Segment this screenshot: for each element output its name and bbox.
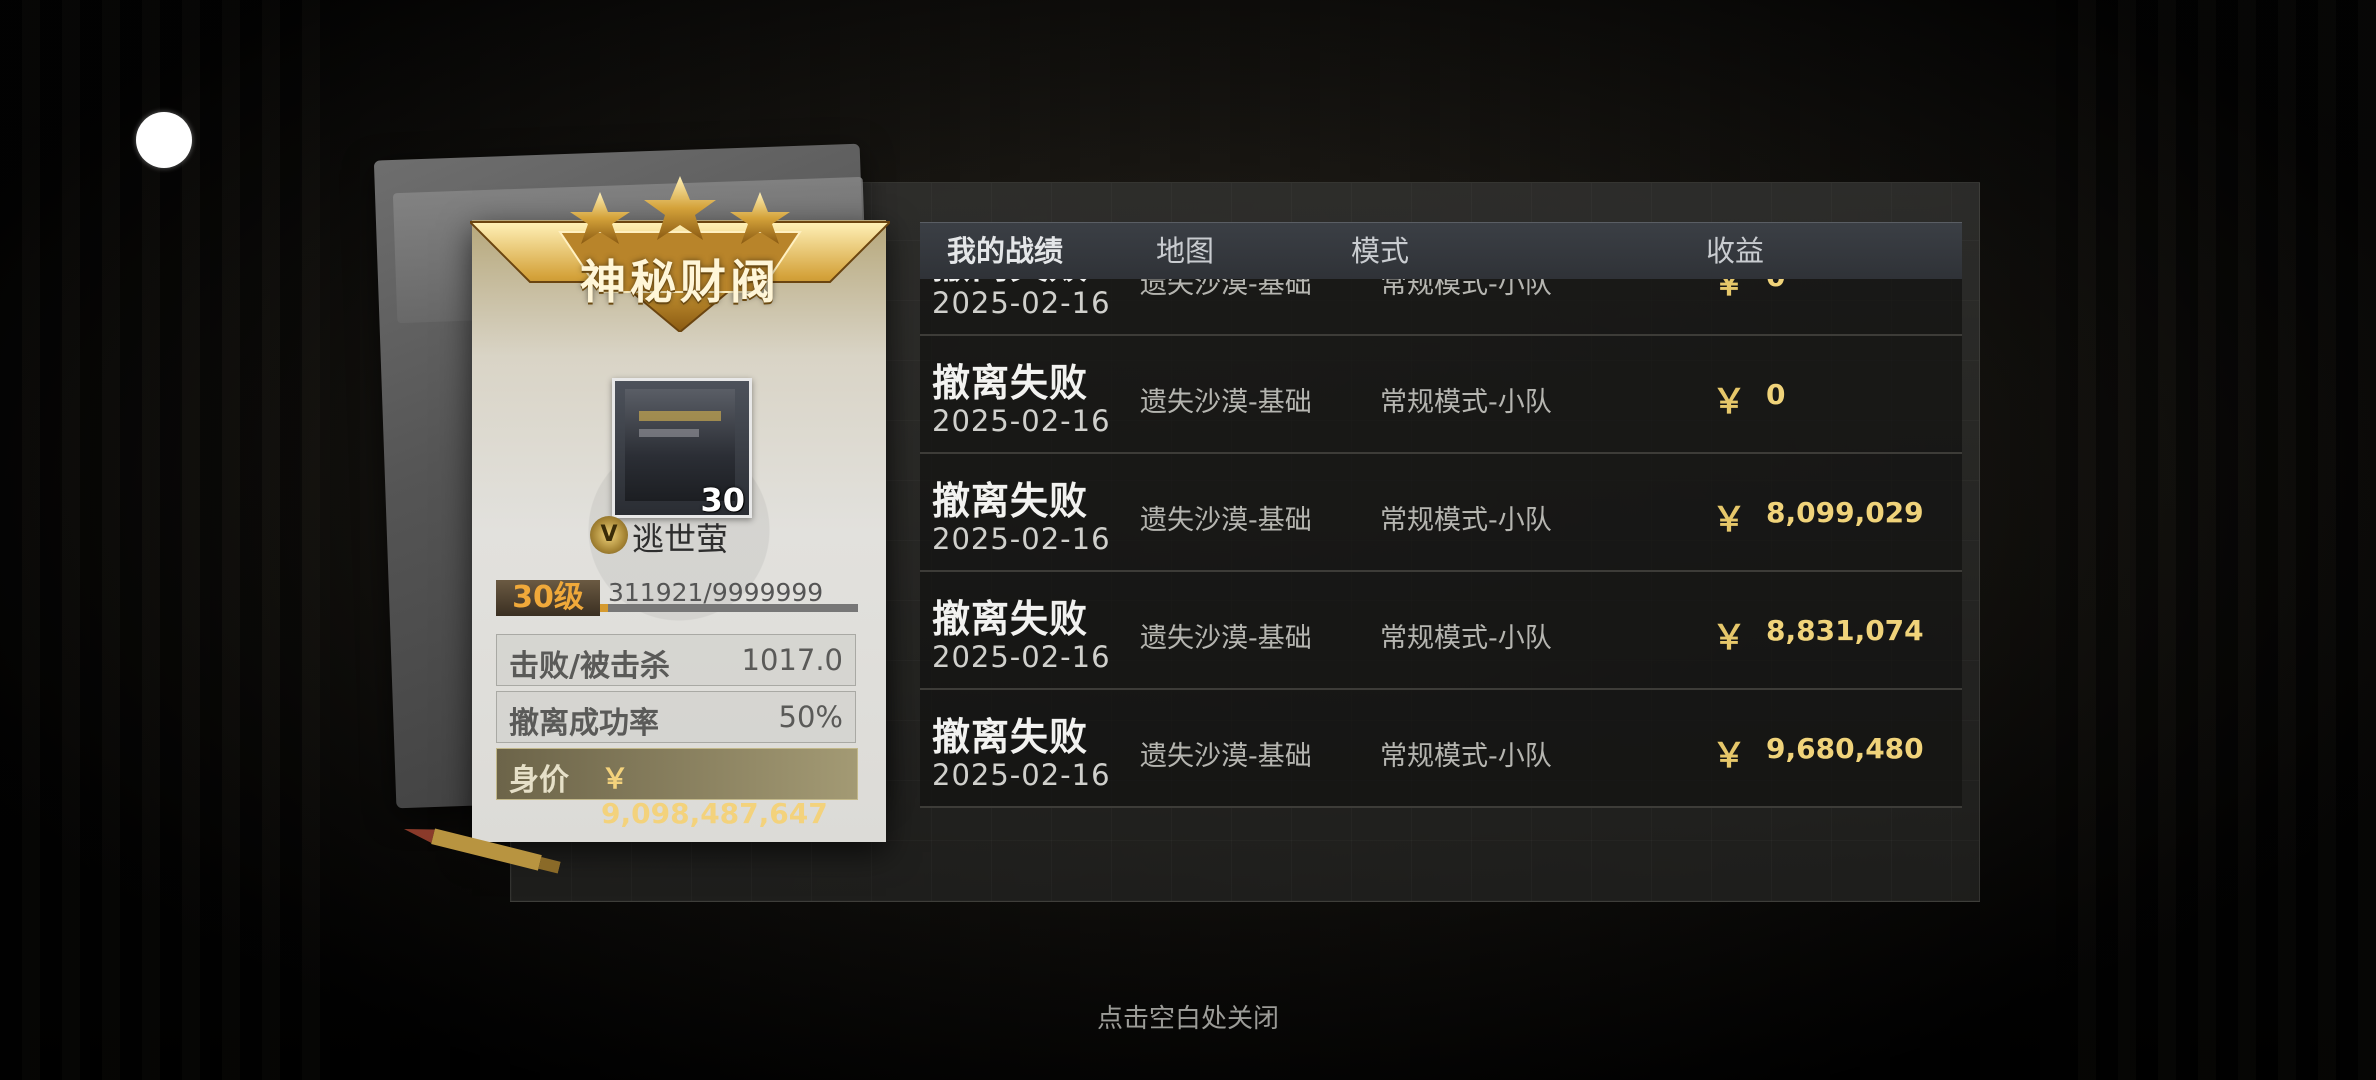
worth-value: ￥ 9,098,487,647 bbox=[601, 762, 828, 830]
header-my-records: 我的战绩 bbox=[946, 234, 1063, 268]
stat-label: 撤离成功率 bbox=[509, 706, 659, 741]
row-date: 2025-02-16 bbox=[932, 758, 1111, 792]
row-result: 撤离失败 bbox=[932, 715, 1089, 759]
table-header: 我的战绩 地图 模式 收益 bbox=[920, 222, 1962, 279]
row-earnings: 8,099,029 bbox=[1766, 496, 1924, 529]
row-earnings: 0 bbox=[1766, 378, 1786, 411]
player-name-row: V 逃世萤 bbox=[590, 514, 770, 558]
stat-value: 1017.0 bbox=[741, 643, 843, 677]
row-map: 遗失沙漠-基础 bbox=[1140, 505, 1312, 536]
table-row[interactable]: 撤离失败 2025-02-16 遗失沙漠-基础 常规模式-小队 ￥ 8,831,… bbox=[920, 572, 1962, 690]
table-scroll-area[interactable]: 撤离失败 2025-02-16 遗失沙漠-基础 常规模式-小队 ￥ 0 撤离失败… bbox=[920, 278, 1962, 844]
worth-label: 身价 bbox=[509, 763, 569, 798]
level-row: 30级 311921/9999999 bbox=[496, 578, 858, 618]
row-map: 遗失沙漠-基础 bbox=[1140, 278, 1312, 300]
row-date: 2025-02-16 bbox=[932, 640, 1111, 674]
header-earnings: 收益 bbox=[1705, 234, 1764, 268]
table-row[interactable]: 撤离失败 2025-02-16 遗失沙漠-基础 常规模式-小队 ￥ 9,680,… bbox=[920, 690, 1962, 808]
xp-progress-fill bbox=[600, 604, 609, 612]
yen-icon: ￥ bbox=[1712, 736, 1746, 776]
stat-kd: 击败/被击杀 1017.0 bbox=[496, 634, 856, 686]
row-result: 撤离失败 bbox=[932, 361, 1089, 405]
records-table: 我的战绩 地图 模式 收益 撤离失败 2025-02-16 遗失沙漠-基础 常规… bbox=[920, 222, 1962, 842]
row-mode: 常规模式-小队 bbox=[1380, 278, 1552, 300]
row-mode: 常规模式-小队 bbox=[1380, 623, 1552, 654]
stat-label: 击败/被击杀 bbox=[509, 649, 670, 684]
avatar-stripe bbox=[639, 411, 721, 421]
row-date: 2025-02-16 bbox=[932, 286, 1111, 320]
row-map: 遗失沙漠-基础 bbox=[1140, 387, 1312, 418]
table-row[interactable]: 撤离失败 2025-02-16 遗失沙漠-基础 常规模式-小队 ￥ 8,099,… bbox=[920, 454, 1962, 572]
xp-text: 311921/9999999 bbox=[608, 578, 824, 607]
close-dot-icon[interactable] bbox=[136, 112, 192, 168]
yen-icon: ￥ bbox=[1712, 500, 1746, 540]
row-mode: 常规模式-小队 bbox=[1380, 387, 1552, 418]
row-map: 遗失沙漠-基础 bbox=[1140, 623, 1312, 654]
curtain-right bbox=[2056, 0, 2376, 1080]
level-badge: 30级 bbox=[496, 580, 600, 616]
stat-extract-rate: 撤离成功率 50% bbox=[496, 691, 856, 743]
row-result: 撤离失败 bbox=[932, 479, 1089, 523]
rank-shield-icon: V bbox=[590, 516, 628, 554]
close-hint[interactable]: 点击空白处关闭 bbox=[988, 998, 1388, 1035]
yen-icon: ￥ bbox=[1712, 278, 1746, 304]
row-map: 遗失沙漠-基础 bbox=[1140, 741, 1312, 772]
row-result: 撤离失败 bbox=[932, 597, 1089, 641]
yen-icon: ￥ bbox=[1712, 618, 1746, 658]
header-mode: 模式 bbox=[1350, 234, 1409, 268]
header-map: 地图 bbox=[1155, 234, 1214, 268]
net-worth: 身价 ￥ 9,098,487,647 bbox=[496, 748, 858, 830]
table-row[interactable]: 撤离失败 2025-02-16 遗失沙漠-基础 常规模式-小队 ￥ 0 bbox=[920, 336, 1962, 454]
row-earnings: 8,831,074 bbox=[1766, 614, 1924, 647]
avatar-stripe bbox=[639, 429, 699, 437]
row-date: 2025-02-16 bbox=[932, 404, 1111, 438]
avatar[interactable]: 30 bbox=[612, 378, 752, 519]
row-earnings: 9,680,480 bbox=[1766, 732, 1924, 765]
row-date: 2025-02-16 bbox=[932, 522, 1111, 556]
table-row[interactable]: 撤离失败 2025-02-16 遗失沙漠-基础 常规模式-小队 ￥ 0 bbox=[920, 278, 1962, 336]
player-name: 逃世萤 bbox=[632, 520, 729, 558]
row-earnings: 0 bbox=[1766, 278, 1785, 293]
badge-title: 神秘财阀 bbox=[580, 255, 780, 309]
row-mode: 常规模式-小队 bbox=[1380, 505, 1552, 536]
stat-value: 50% bbox=[778, 700, 843, 734]
yen-icon: ￥ bbox=[1712, 382, 1746, 422]
row-mode: 常规模式-小队 bbox=[1380, 741, 1552, 772]
